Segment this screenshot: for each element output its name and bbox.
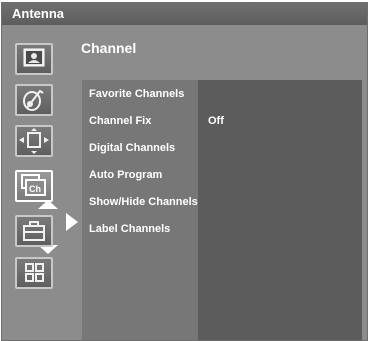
menu-item-auto-program[interactable]: Auto Program (89, 169, 162, 181)
screen-adjust-icon (19, 128, 49, 154)
menu-item-favorite-channels[interactable]: Favorite Channels (89, 88, 184, 100)
menu-item-show-hide-channels[interactable]: Show/Hide Channels (89, 196, 198, 208)
menu-item-channel-fix[interactable]: Channel Fix (89, 115, 151, 127)
sound-icon (23, 89, 44, 111)
osd-menu: Antenna Channel Ch Favorite Channels Cha… (1, 2, 368, 341)
sidebar-item-setup[interactable] (15, 215, 53, 247)
window-title: Antenna (2, 3, 367, 25)
section-title: Channel (81, 40, 137, 56)
pointer-right-icon (66, 213, 78, 231)
channel-icon: Ch (21, 174, 46, 196)
picture-icon (23, 48, 45, 67)
apps-icon (25, 263, 44, 282)
sidebar-item-screen[interactable] (15, 125, 53, 157)
sidebar-item-sound[interactable] (15, 84, 53, 116)
channel-icon-label: Ch (29, 184, 41, 194)
sidebar-item-picture[interactable] (15, 43, 53, 75)
menu-item-label-channels[interactable]: Label Channels (89, 223, 170, 235)
toolbox-icon (23, 221, 45, 241)
sidebar-item-channel[interactable]: Ch (15, 170, 53, 202)
menu-item-digital-channels[interactable]: Digital Channels (89, 142, 175, 154)
channel-fix-value: Off (208, 115, 224, 127)
sidebar-item-apps[interactable] (15, 257, 53, 289)
